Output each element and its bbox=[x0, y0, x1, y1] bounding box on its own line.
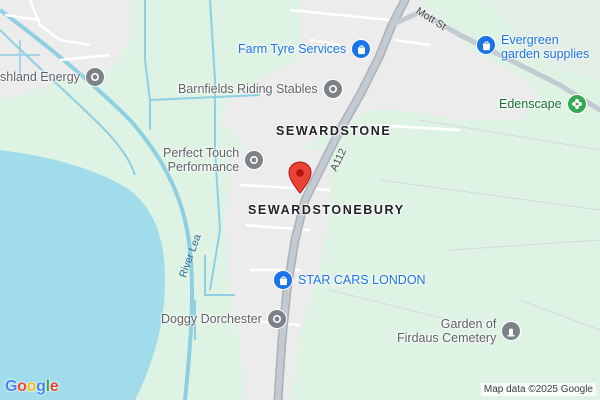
shopping-bag-icon bbox=[351, 39, 372, 59]
place-icon bbox=[84, 67, 105, 87]
map-canvas[interactable]: SEWARDSTONE SEWARDSTONEBURY A112 Mott St… bbox=[0, 0, 600, 400]
poi-farm-tyre-services[interactable]: Farm Tyre Services bbox=[238, 39, 372, 59]
google-logo[interactable]: Google bbox=[5, 378, 59, 396]
place-label-sewardstonebury: SEWARDSTONEBURY bbox=[248, 203, 405, 217]
poi-perfect-touch-performance[interactable]: Perfect Touch Performance bbox=[163, 146, 265, 174]
poi-label: shland Energy bbox=[0, 70, 80, 84]
poi-marshland-energy[interactable]: shland Energy bbox=[0, 67, 105, 87]
poi-label: Barnfields Riding Stables bbox=[178, 82, 318, 96]
poi-label: Farm Tyre Services bbox=[238, 42, 347, 56]
poi-label: Edenscape bbox=[499, 97, 562, 111]
poi-label: Perfect Touch Performance bbox=[163, 146, 239, 174]
poi-label: STAR CARS LONDON bbox=[298, 273, 426, 287]
place-label-sewardstone: SEWARDSTONE bbox=[276, 124, 392, 138]
poi-label-line1: Evergreen bbox=[501, 33, 559, 47]
place-icon bbox=[266, 309, 287, 329]
shopping-bag-icon bbox=[476, 35, 496, 55]
map-attribution[interactable]: Map data ©2025 Google bbox=[480, 383, 596, 396]
poi-label-line1: Perfect Touch bbox=[163, 146, 240, 160]
poi-label: Evergreen garden supplies bbox=[501, 33, 589, 61]
poi-barnfields-riding-stables[interactable]: Barnfields Riding Stables bbox=[178, 79, 343, 99]
poi-label-line1: Garden of bbox=[440, 317, 497, 331]
poi-evergreen-garden-supplies[interactable]: Evergreen garden supplies bbox=[476, 33, 589, 61]
field-boundaries bbox=[329, 119, 600, 331]
poi-doggy-dorchester[interactable]: Doggy Dorchester bbox=[161, 309, 287, 329]
poi-garden-of-firdaus-cemetery[interactable]: Garden of Firdaus Cemetery bbox=[397, 317, 522, 345]
location-marker-icon[interactable] bbox=[288, 161, 312, 200]
channel-2 bbox=[144, 0, 151, 130]
poi-star-cars-london[interactable]: STAR CARS LONDON bbox=[273, 270, 426, 290]
shopping-bag-icon bbox=[273, 270, 293, 290]
cemetery-icon bbox=[501, 321, 522, 341]
reservoir-water bbox=[0, 150, 165, 400]
channel-4 bbox=[209, 0, 222, 291]
place-icon bbox=[244, 150, 265, 170]
poi-label-line2: garden supplies bbox=[501, 47, 590, 61]
poi-label: Garden of Firdaus Cemetery bbox=[397, 317, 496, 345]
poi-label-line2: Performance bbox=[167, 160, 240, 174]
poi-label: Doggy Dorchester bbox=[161, 312, 262, 326]
place-icon bbox=[322, 79, 343, 99]
flower-icon bbox=[566, 94, 587, 114]
poi-label-line2: Firdaus Cemetery bbox=[397, 331, 497, 345]
poi-edenscape[interactable]: Edenscape bbox=[499, 94, 587, 114]
